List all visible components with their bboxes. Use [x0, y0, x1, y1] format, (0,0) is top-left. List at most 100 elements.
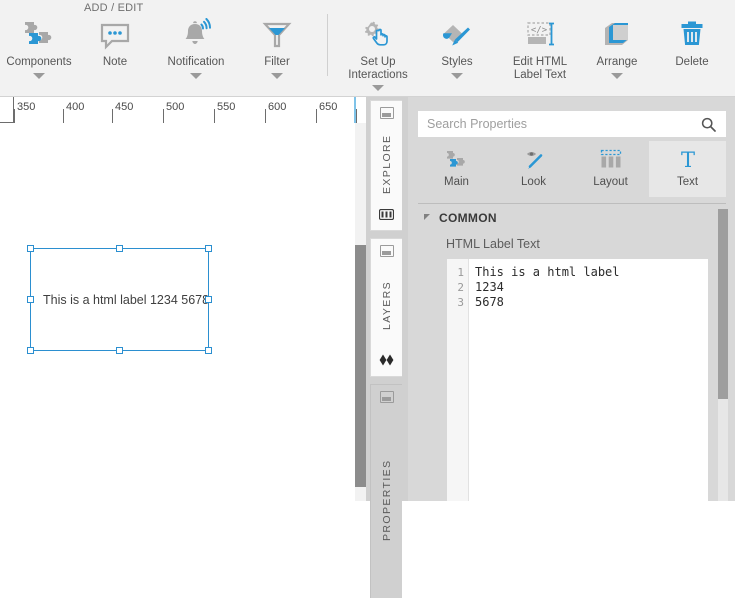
ribbon-button-delete[interactable]: Delete — [660, 14, 724, 69]
design-canvas[interactable]: This is a html label 1234 5678 — [0, 123, 355, 501]
ruler-tick-label: 450 — [115, 101, 133, 113]
dock-tab-label: EXPLORE — [381, 119, 393, 209]
trash-can-icon — [660, 14, 724, 56]
ribbon-button-label: Delete — [660, 56, 724, 69]
ribbon-button-label: Styles — [424, 56, 490, 69]
canvas-scrollbar-thumb[interactable] — [355, 245, 366, 487]
section-divider — [418, 203, 726, 204]
ribbon-button-styles[interactable]: Styles — [424, 14, 490, 79]
search-input[interactable] — [418, 117, 701, 131]
ruler-tick — [265, 109, 266, 123]
chevron-down-icon[interactable] — [33, 73, 45, 79]
editor-text-area[interactable]: This is a html label 1234 5678 — [469, 259, 708, 501]
ribbon-toolbar: ADD / EDIT Components — [0, 0, 735, 97]
columns-icon — [379, 209, 394, 223]
text-T-icon: T — [675, 146, 701, 174]
collapse-triangle-icon[interactable] — [424, 214, 430, 220]
diamond-layers-icon — [379, 354, 395, 369]
horizontal-ruler[interactable]: 350 400 450 500 550 600 650 700 — [0, 97, 358, 124]
ribbon-button-set-up-interactions[interactable]: Set Up Interactions — [336, 14, 420, 91]
ribbon-button-notification[interactable]: Notification — [152, 14, 240, 79]
panel-window-icon — [380, 391, 394, 403]
ruler-tick-label: 550 — [217, 101, 235, 113]
resize-handle-top-center[interactable] — [116, 245, 123, 252]
section-header-common[interactable]: COMMON — [424, 211, 497, 225]
selected-html-label[interactable]: This is a html label 1234 5678 — [30, 248, 209, 351]
svg-text:</>: </> — [531, 26, 548, 36]
property-tab-label: Main — [444, 176, 469, 188]
resize-handle-bottom-left[interactable] — [27, 347, 34, 354]
property-tab-layout[interactable]: Layout — [572, 141, 649, 197]
ribbon-button-label: Note — [84, 56, 146, 69]
chevron-down-icon[interactable] — [451, 73, 463, 79]
line-number: 3 — [447, 295, 468, 310]
app-root: ADD / EDIT Components — [0, 0, 735, 501]
dock-tab-layers[interactable]: LAYERS — [370, 238, 402, 377]
ruler-tick — [163, 109, 164, 123]
line-number: 1 — [447, 265, 468, 280]
columns-layout-icon — [598, 146, 624, 174]
puzzle-pieces-icon — [443, 146, 471, 174]
property-tab-label: Text — [677, 176, 698, 188]
chevron-down-icon[interactable] — [190, 73, 202, 79]
canvas-vertical-scrollbar[interactable] — [355, 123, 366, 501]
resize-handle-top-left[interactable] — [27, 245, 34, 252]
resize-handle-bottom-right[interactable] — [205, 347, 212, 354]
ruler-tick — [63, 109, 64, 123]
editor-line: 5678 — [475, 295, 708, 310]
resize-handle-bottom-center[interactable] — [116, 347, 123, 354]
ribbon-button-label: Set Up Interactions — [336, 56, 420, 81]
html-label-text-icon: </> — [500, 14, 580, 56]
dock-tab-explore[interactable]: EXPLORE — [370, 100, 402, 231]
ribbon-button-label: Components — [2, 56, 76, 69]
ruler-tick-label: 350 — [17, 101, 35, 113]
ribbon-button-label: Arrange — [584, 56, 650, 69]
ribbon-button-label: Edit HTML Label Text — [500, 56, 580, 81]
ribbon-button-label: Filter — [246, 56, 308, 69]
ruler-position-marker — [354, 97, 356, 123]
property-tab-look[interactable]: Look — [495, 141, 572, 197]
property-tab-label: Look — [521, 176, 546, 188]
ruler-tick-label: 650 — [319, 101, 337, 113]
panel-window-icon — [380, 245, 394, 257]
search-properties-row[interactable] — [418, 111, 726, 137]
ribbon-group-title: ADD / EDIT — [84, 2, 143, 14]
properties-vertical-scrollbar[interactable] — [718, 209, 728, 501]
ribbon-button-label: Notification — [152, 56, 240, 69]
panel-window-icon — [380, 107, 394, 119]
ruler-tick — [14, 109, 15, 123]
editor-line: 1234 — [475, 280, 708, 295]
paint-bucket-brush-icon — [424, 14, 490, 56]
selected-html-label-text: This is a html label 1234 5678 — [43, 293, 209, 307]
eye-brush-icon — [520, 146, 548, 174]
ribbon-button-arrange[interactable]: Arrange — [584, 14, 650, 79]
ribbon-button-filter[interactable]: Filter — [246, 14, 308, 79]
ruler-tick-label: 600 — [268, 101, 286, 113]
chevron-down-icon[interactable] — [372, 85, 384, 91]
chevron-down-icon[interactable] — [271, 73, 283, 79]
ruler-corner — [0, 97, 14, 123]
ruler-tick — [112, 109, 113, 123]
ribbon-button-edit-html-label-text[interactable]: </> Edit HTML Label Text — [500, 14, 580, 81]
ruler-tick — [316, 109, 317, 123]
resize-handle-middle-right[interactable] — [205, 296, 212, 303]
search-icon[interactable] — [701, 117, 716, 132]
properties-scrollbar-thumb[interactable] — [718, 209, 728, 399]
resize-handle-middle-left[interactable] — [27, 296, 34, 303]
ribbon-button-components[interactable]: Components — [2, 14, 76, 79]
property-tab-text[interactable]: T Text — [649, 141, 726, 197]
property-tab-main[interactable]: Main — [418, 141, 495, 197]
ribbon-divider — [327, 14, 328, 76]
dock-tab-properties[interactable]: PROPERTIES — [370, 384, 402, 598]
gear-hand-icon — [336, 14, 420, 56]
layers-stack-icon — [584, 14, 650, 56]
bell-signal-icon — [152, 14, 240, 56]
html-label-text-editor[interactable]: 1 2 3 This is a html label 1234 5678 — [447, 259, 708, 501]
ribbon-button-note[interactable]: Note — [84, 14, 146, 69]
resize-handle-top-right[interactable] — [205, 245, 212, 252]
dock-tab-strip: EXPLORE LAYERS PROPERT — [366, 97, 408, 501]
dock-tab-label: LAYERS — [381, 257, 393, 354]
chevron-down-icon[interactable] — [611, 73, 623, 79]
section-title: COMMON — [439, 211, 497, 225]
property-tabs: Main Look — [418, 141, 726, 197]
